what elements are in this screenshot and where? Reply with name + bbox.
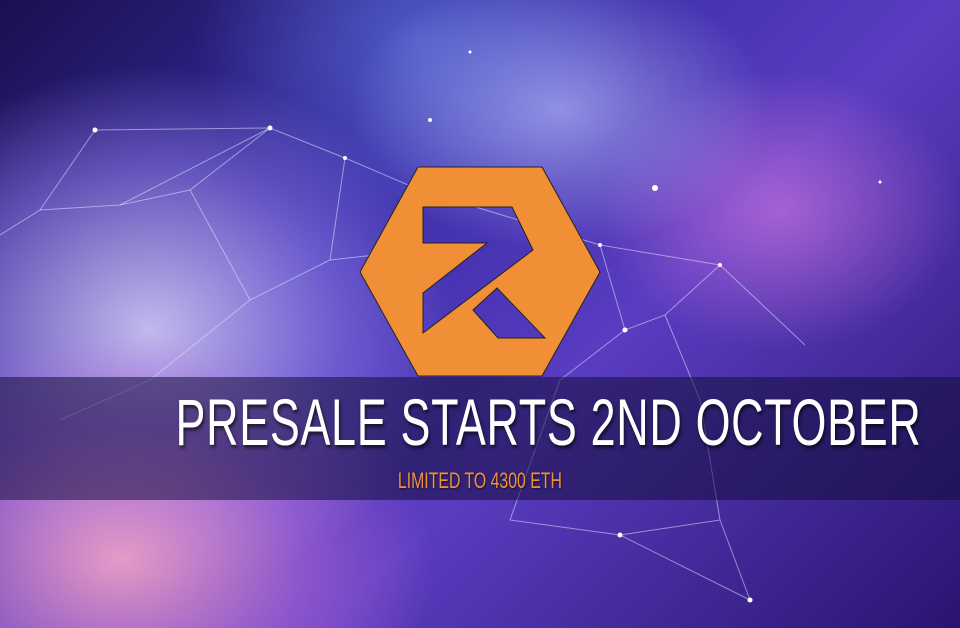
presale-subtitle: LIMITED TO 4300 ETH [0, 468, 960, 494]
presale-title: PRESALE STARTS 2ND OCTOBER [0, 385, 960, 459]
presale-title-text: PRESALE STARTS 2ND OCTOBER [175, 385, 922, 459]
hexagon-logo [359, 166, 601, 377]
presale-subtitle-text: LIMITED TO 4300 ETH [397, 468, 563, 493]
